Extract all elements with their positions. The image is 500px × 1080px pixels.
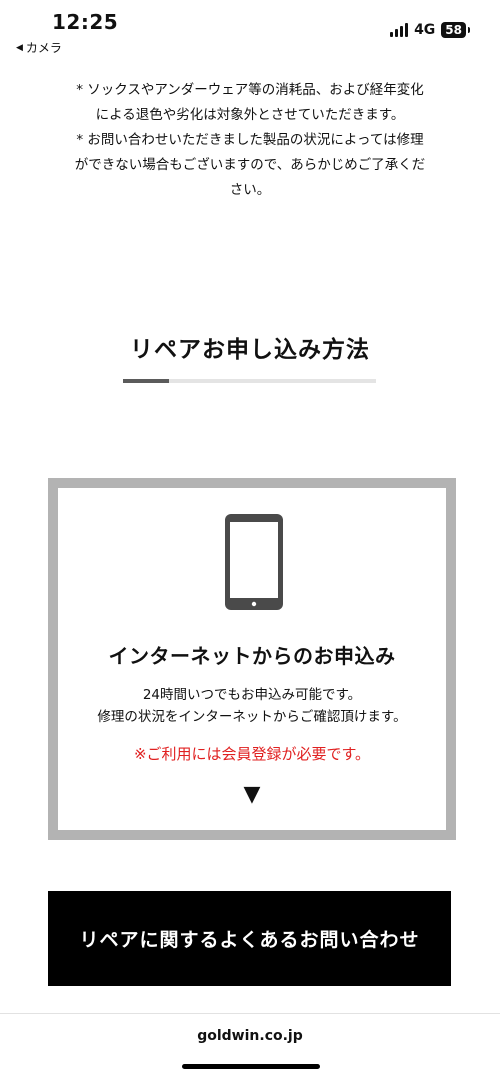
back-to-camera-button[interactable]: ◀ カメラ xyxy=(16,39,62,56)
note-line: さい。 xyxy=(229,182,271,198)
disclaimer-notes: * ソックスやアンダーウェア等の消耗品、および経年変化 による退色や劣化は対象外… xyxy=(40,78,460,203)
back-arrow-icon: ◀ xyxy=(16,42,23,53)
down-arrow-icon: ▼ xyxy=(243,782,261,807)
status-time: 12:25 xyxy=(52,10,119,34)
note-line: による退色や劣化は対象外とさせていただきます。 xyxy=(95,107,405,123)
note-line: ができない場合もございますので、あらかじめご了承くだ xyxy=(74,157,426,173)
membership-notice: ※ご利用には会員登録が必要です。 xyxy=(133,745,371,763)
home-indicator[interactable] xyxy=(182,1064,320,1069)
section-title: リペアお申し込み方法 xyxy=(130,337,370,363)
smartphone-icon xyxy=(225,514,283,610)
repair-faq-label: リペアに関するよくあるお問い合わせ xyxy=(79,929,420,951)
section-progress-fill xyxy=(123,379,169,383)
status-bar: 12:25 ◀ カメラ 4G 58 xyxy=(0,0,500,60)
browser-address-bar[interactable]: goldwin.co.jp xyxy=(0,1028,500,1044)
card-desc-line: 24時間いつでもお申込み可能です。 xyxy=(142,687,362,703)
repair-faq-button[interactable]: リペアに関するよくあるお問い合わせ xyxy=(48,891,451,986)
domain-label: goldwin.co.jp xyxy=(197,1028,303,1044)
card-description: 24時間いつでもお申込み可能です。 修理の状況をインターネットからご確認頂けます… xyxy=(58,684,446,728)
note-line: * お問い合わせいただきました製品の状況によっては修理 xyxy=(76,132,424,148)
status-indicators: 4G 58 xyxy=(390,22,470,38)
footer-divider xyxy=(0,1013,500,1014)
card-desc-line: 修理の状況をインターネットからご確認頂けます。 xyxy=(97,709,407,725)
battery-icon: 58 xyxy=(441,22,470,38)
back-app-label: カメラ xyxy=(25,41,62,55)
note-line: * ソックスやアンダーウェア等の消耗品、および経年変化 xyxy=(76,82,424,98)
section-progress-bar xyxy=(123,379,376,383)
internet-application-card[interactable]: インターネットからのお申込み 24時間いつでもお申込み可能です。 修理の状況をイ… xyxy=(48,478,456,840)
card-title: インターネットからのお申込み xyxy=(108,644,396,668)
signal-icon xyxy=(390,23,409,37)
network-type: 4G xyxy=(414,22,436,38)
